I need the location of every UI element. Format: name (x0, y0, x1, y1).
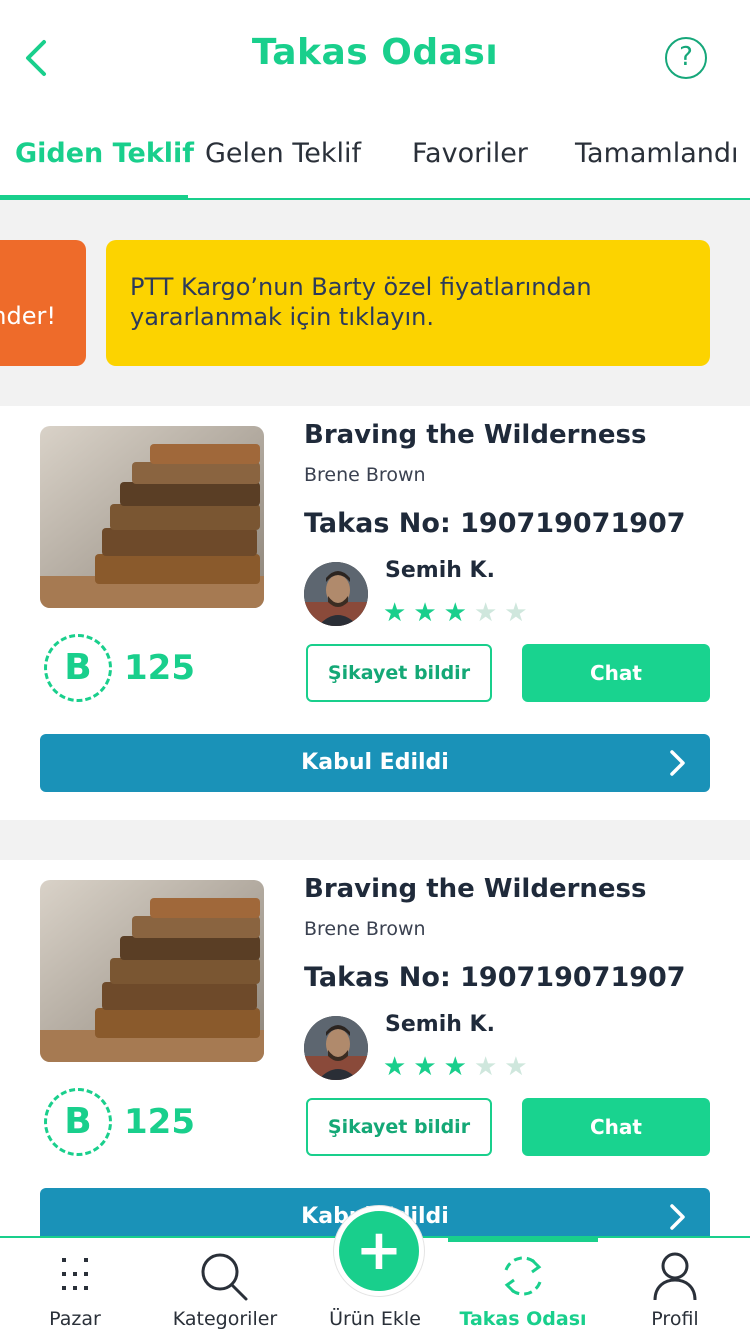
grid-dots-icon (62, 1258, 88, 1290)
barty-coin-icon: B (44, 634, 112, 702)
nav-item-profil[interactable]: Profil (600, 1238, 750, 1334)
active-tab-indicator (0, 195, 188, 200)
rating-star-icon: ★ (504, 1052, 535, 1082)
chat-button[interactable]: Chat (522, 644, 710, 702)
app-header: Takas Odası ? (0, 0, 750, 110)
rating-star-icon: ★ (383, 598, 414, 628)
rating-star-icon: ★ (383, 1052, 414, 1082)
rating-star-icon: ★ (413, 598, 444, 628)
barty-coin-icon: B (44, 1088, 112, 1156)
nav-label-pazar: Pazar (49, 1308, 101, 1330)
rating-star-icon: ★ (504, 598, 535, 628)
rating-star-icon: ★ (473, 598, 505, 628)
promo-banner-orange-text: nder! (0, 302, 56, 330)
rating-star-icon: ★ (473, 1052, 505, 1082)
nav-item-pazar[interactable]: Pazar (0, 1238, 150, 1334)
rating-star-icon: ★ (413, 1052, 444, 1082)
nav-label-kategoriler: Kategoriler (172, 1308, 278, 1330)
add-product-button[interactable]: + (334, 1206, 424, 1296)
book-image[interactable] (40, 880, 264, 1062)
promo-banner-orange[interactable]: nder! (0, 240, 86, 366)
nav-label-takas-odasi: Takas Odası (459, 1308, 587, 1330)
nav-item-kategoriler[interactable]: Kategoriler (150, 1238, 300, 1334)
book-image[interactable] (40, 426, 264, 608)
accepted-status-button[interactable]: Kabul Edildi (40, 734, 710, 792)
book-stack-image (40, 426, 264, 608)
tab-bar: Giden Teklif Gelen Teklif Favoriler Tama… (0, 110, 750, 200)
rating-stars: ★★★★★ (383, 598, 535, 628)
tab-tamamlandi[interactable]: Tamamlandı (575, 138, 739, 169)
chat-button[interactable]: Chat (522, 1098, 710, 1156)
search-icon (201, 1253, 248, 1301)
trade-number: Takas No: 190719071907 (304, 508, 686, 539)
page-title: Takas Odası (251, 32, 499, 73)
user-icon (653, 1252, 697, 1301)
help-icon[interactable]: ? (665, 37, 707, 79)
nav-item-takas-odasi[interactable]: Takas Odası (448, 1238, 598, 1334)
user-avatar-image (304, 562, 368, 626)
price-value: 125 (124, 1102, 195, 1142)
swap-icon (504, 1256, 542, 1296)
complain-button[interactable]: Şikayet bildir (306, 644, 492, 702)
chevron-right-icon (670, 1204, 685, 1230)
tab-giden-teklif[interactable]: Giden Teklif (15, 138, 194, 169)
price-value: 125 (124, 648, 195, 688)
nav-label-profil: Profil (651, 1308, 699, 1330)
book-author: Brene Brown (304, 918, 426, 940)
accepted-status-label: Kabul Edildi (301, 750, 449, 775)
rating-stars: ★★★★★ (383, 1052, 535, 1082)
book-stack-image (40, 880, 264, 1062)
user-avatar-image (304, 1016, 368, 1080)
book-author: Brene Brown (304, 464, 426, 486)
plus-icon: + (355, 1218, 403, 1283)
avatar[interactable] (304, 562, 368, 626)
complain-button[interactable]: Şikayet bildir (306, 1098, 492, 1156)
trade-number: Takas No: 190719071907 (304, 962, 686, 993)
avatar[interactable] (304, 1016, 368, 1080)
tab-gelen-teklif[interactable]: Gelen Teklif (205, 138, 361, 169)
tab-favoriler[interactable]: Favoriler (412, 138, 528, 169)
offer-card: Braving the Wilderness Brene Brown Takas N… (0, 406, 750, 820)
rating-star-icon: ★ (443, 1052, 474, 1082)
user-name: Semih K. (385, 1012, 495, 1037)
book-title: Braving the Wilderness (304, 874, 647, 904)
chevron-right-icon (670, 750, 685, 776)
user-name: Semih K. (385, 558, 495, 583)
rating-star-icon: ★ (443, 598, 474, 628)
nav-label-urun-ekle: Ürün Ekle (329, 1308, 421, 1330)
promo-banner-ptt[interactable]: PTT Kargo’nun Barty özel fiyatlarından y… (106, 240, 710, 366)
book-title: Braving the Wilderness (304, 420, 647, 450)
